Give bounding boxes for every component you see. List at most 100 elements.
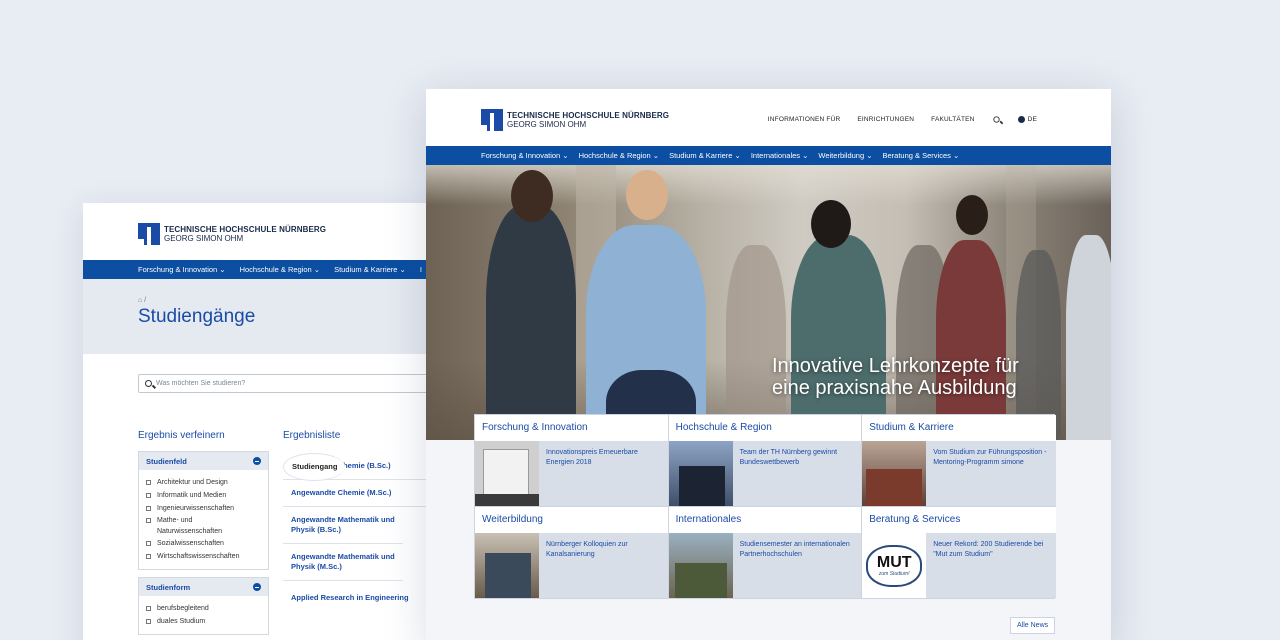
- search-input[interactable]: Was möchten Sie studieren?: [138, 374, 443, 393]
- all-news-button[interactable]: Alle News: [1010, 617, 1056, 634]
- hero-headline: Innovative Lehrkonzepte für eine praxisn…: [772, 355, 1019, 399]
- news-card[interactable]: Hochschule & Region Team der TH Nürnberg…: [668, 415, 863, 507]
- th-logo[interactable]: TECHNISCHE HOCHSCHULE NÜRNBERG GEORG SIM…: [481, 109, 669, 131]
- filter-option[interactable]: duales Studium: [146, 615, 261, 628]
- page-header: ⌂ / Studiengänge: [83, 279, 443, 354]
- breadcrumb[interactable]: ⌂ /: [138, 297, 443, 304]
- checkbox[interactable]: [146, 493, 151, 498]
- result-item[interactable]: Angewandte Mathematik und Physik (M.Sc.): [283, 544, 403, 581]
- nav-item-beratung[interactable]: Beratung & Services ⌄: [883, 151, 960, 160]
- checkbox[interactable]: [146, 506, 151, 511]
- nav-item-weiterbildung[interactable]: Weiterbildung ⌄: [818, 151, 872, 160]
- checkbox[interactable]: [146, 480, 151, 485]
- logo-line2: GEORG SIMON OHM: [164, 234, 244, 243]
- card-title[interactable]: Weiterbildung: [475, 507, 668, 533]
- hero-line1: Innovative Lehrkonzepte für: [772, 355, 1019, 377]
- filter-option[interactable]: berufsbegleitend: [146, 602, 261, 615]
- checkbox[interactable]: [146, 518, 151, 523]
- checkbox[interactable]: [146, 606, 151, 611]
- news-card[interactable]: Internationales Studiensemester an inter…: [668, 507, 863, 598]
- person-figure: [726, 245, 786, 440]
- news-thumbnail[interactable]: [475, 533, 539, 598]
- search-icon[interactable]: [992, 116, 1000, 123]
- card-title[interactable]: Studium & Karriere: [862, 415, 1056, 441]
- filter-option[interactable]: Informatik und Medien: [146, 489, 261, 502]
- filter-option[interactable]: Sozialwissenschaften: [146, 537, 261, 550]
- language-selector[interactable]: DE: [1028, 116, 1037, 123]
- result-item[interactable]: Angewandte Chemie (M.Sc.): [283, 480, 443, 507]
- building-model: [483, 449, 529, 499]
- nav-item-hochschule[interactable]: Hochschule & Region ⌄: [240, 265, 321, 274]
- results-header: Studiengang: [283, 453, 346, 481]
- news-thumbnail[interactable]: [862, 441, 927, 506]
- card-title[interactable]: Beratung & Services: [862, 507, 1056, 533]
- filter-name: Studienform: [146, 582, 191, 592]
- filter-option[interactable]: Wirtschaftswissenschaften: [146, 550, 261, 563]
- filter-option[interactable]: Ingenieurwissenschaften: [146, 502, 261, 515]
- collapse-icon[interactable]: [253, 457, 261, 465]
- filter-title: Ergebnis verfeinern: [138, 430, 225, 441]
- search-placeholder: Was möchten Sie studieren?: [156, 380, 246, 387]
- audience-photo: [485, 553, 531, 598]
- news-grid: Forschung & Innovation Innovationspreis …: [474, 414, 1056, 599]
- result-item[interactable]: Applied Research in Engineering: [283, 581, 443, 611]
- news-card[interactable]: Forschung & Innovation Innovationspreis …: [475, 415, 669, 507]
- news-thumbnail[interactable]: [668, 533, 733, 598]
- results-title: Ergebnisliste: [283, 430, 341, 441]
- filter-option[interactable]: Mathe- und Naturwissenschaften: [146, 515, 261, 537]
- filter-option[interactable]: Architektur und Design: [146, 476, 261, 489]
- results-list: Studiengang Angewandte Chemie (B.Sc.) An…: [283, 453, 443, 611]
- main-nav: Forschung & Innovation ⌄ Hochschule & Re…: [426, 146, 1111, 165]
- news-thumbnail[interactable]: MUT zum Studium!: [862, 533, 927, 598]
- news-card[interactable]: Studium & Karriere Vom Studium zur Führu…: [862, 415, 1056, 507]
- collapse-icon[interactable]: [253, 583, 261, 591]
- news-thumbnail[interactable]: [668, 441, 733, 506]
- card-text[interactable]: Innovationspreis Erneuerbare Energien 20…: [539, 441, 668, 506]
- th-logo[interactable]: TECHNISCHE HOCHSCHULE NÜRNBERG GEORG SIM…: [138, 223, 326, 245]
- checkbox[interactable]: [146, 541, 151, 546]
- nav-item-studium[interactable]: Studium & Karriere ⌄: [669, 151, 741, 160]
- card-title[interactable]: Forschung & Innovation: [475, 415, 668, 441]
- hero-line2: eine praxisnahe Ausbildung: [772, 377, 1017, 399]
- checkbox[interactable]: [146, 619, 151, 624]
- card-text[interactable]: Team der TH Nürnberg gewinnt Bundeswettb…: [733, 441, 862, 506]
- result-item[interactable]: Angewandte Mathematik und Physik (B.Sc.): [283, 507, 403, 544]
- card-title[interactable]: Hochschule & Region: [669, 415, 862, 441]
- person-figure: [936, 240, 1006, 440]
- person-figure: [1016, 250, 1061, 440]
- card-title[interactable]: Internationales: [669, 507, 862, 533]
- filter-header[interactable]: Studienform: [139, 578, 268, 596]
- filter-header[interactable]: Studienfeld: [139, 452, 268, 470]
- news-thumbnail[interactable]: [475, 441, 539, 506]
- hero-image: Innovative Lehrkonzepte für eine praxisn…: [426, 165, 1111, 440]
- header: TECHNISCHE HOCHSCHULE NÜRNBERG GEORG SIM…: [426, 89, 1111, 146]
- card-text[interactable]: Studiensemester an internationalen Partn…: [733, 533, 862, 598]
- card-text[interactable]: Nürnberger Kolloquien zur Kanalsanierung: [539, 533, 668, 598]
- topnav-einrichtungen[interactable]: EINRICHTUNGEN: [857, 116, 914, 123]
- nav-item-hochschule[interactable]: Hochschule & Region ⌄: [579, 151, 660, 160]
- nav-item-truncated[interactable]: I: [420, 265, 422, 274]
- filter-studienform: Studienform berufsbegleitend duales Stud…: [138, 577, 269, 635]
- search-icon: [145, 380, 152, 387]
- news-card[interactable]: Beratung & Services MUT zum Studium! Neu…: [862, 507, 1056, 598]
- top-nav: INFORMATIONEN FÜR EINRICHTUNGEN FAKULTÄT…: [751, 116, 1037, 123]
- main-nav: Forschung & Innovation ⌄ Hochschule & Re…: [83, 260, 443, 279]
- checkbox[interactable]: [146, 554, 151, 559]
- nav-item-forschung[interactable]: Forschung & Innovation ⌄: [138, 265, 226, 274]
- person-figure: [1066, 235, 1111, 440]
- studiengaenge-window: TECHNISCHE HOCHSCHULE NÜRNBERG GEORG SIM…: [83, 203, 443, 640]
- nav-item-internationales[interactable]: Internationales ⌄: [751, 151, 809, 160]
- card-text[interactable]: Neuer Rekord: 200 Studierende bei "Mut z…: [926, 533, 1056, 598]
- globe-icon[interactable]: [1017, 116, 1025, 123]
- filter-studienfeld: Studienfeld Architektur und Design Infor…: [138, 451, 269, 570]
- nav-item-forschung[interactable]: Forschung & Innovation ⌄: [481, 151, 569, 160]
- card-text[interactable]: Vom Studium zur Führungsposition - Mento…: [926, 441, 1056, 506]
- news-card[interactable]: Weiterbildung Nürnberger Kolloquien zur …: [475, 507, 669, 598]
- homepage-window: TECHNISCHE HOCHSCHULE NÜRNBERG GEORG SIM…: [426, 89, 1111, 640]
- topnav-informationen[interactable]: INFORMATIONEN FÜR: [768, 116, 841, 123]
- group-photo: [678, 466, 725, 506]
- page-title: Studiengänge: [138, 306, 256, 327]
- logo-line2: GEORG SIMON OHM: [507, 120, 587, 129]
- nav-item-studium[interactable]: Studium & Karriere ⌄: [334, 265, 406, 274]
- topnav-fakultaeten[interactable]: FAKULTÄTEN: [931, 116, 974, 123]
